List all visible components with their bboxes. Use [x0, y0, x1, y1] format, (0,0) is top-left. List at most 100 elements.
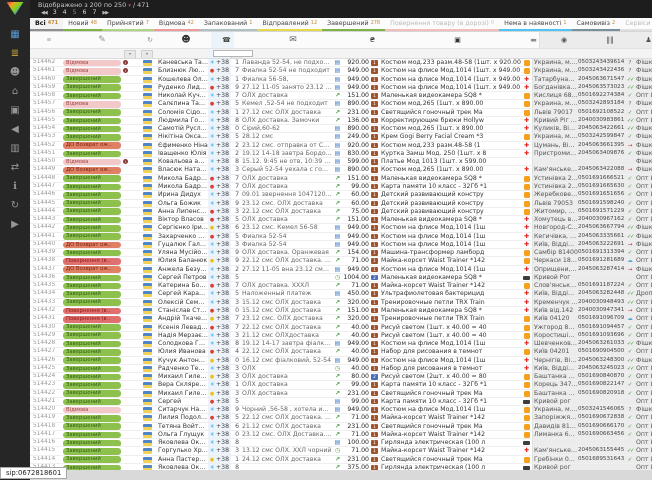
table-row[interactable]: 514427 Завершений Юлия Иванова +38 4 22.… — [30, 348, 652, 356]
client-phone[interactable]: +38 — [216, 282, 231, 289]
client-phone[interactable]: +38 — [216, 456, 231, 463]
range-dropdown-icon[interactable]: ▾ — [128, 3, 131, 9]
delivery-column-icon[interactable]: ▬ — [528, 32, 539, 48]
cart-icon[interactable]: ▣ — [7, 104, 23, 118]
stats-icon[interactable]: ▥ — [7, 142, 23, 156]
table-row[interactable]: 514422 Завершений Михаил Гилецький +38 3… — [30, 390, 652, 398]
orders-list-icon[interactable]: ≣ — [7, 47, 23, 61]
tab-Запакований[interactable]: Запакований1 — [199, 18, 258, 31]
client-phone[interactable]: +38 — [216, 133, 231, 140]
client-phone[interactable]: +38 — [216, 117, 231, 124]
status-column-icon[interactable]: ✎ — [65, 32, 139, 48]
refresh-column-icon[interactable]: ↻ — [139, 32, 161, 48]
table-row[interactable]: 514444 Завершений Анна Липенська +38 3 2… — [30, 208, 652, 216]
client-phone[interactable]: +38 — [216, 76, 231, 83]
app-logo[interactable] — [7, 2, 24, 15]
table-row[interactable]: 514461 Відмова Близнюк Людмила +38 7 Фиа… — [30, 67, 652, 75]
table-row[interactable]: 514443 Завершений Віктор Власов +38 5 ОЛ… — [30, 216, 652, 224]
table-row[interactable]: 514421 Завершений Сергей +38 5 99.00 1 К… — [30, 398, 652, 406]
client-phone[interactable]: +38 — [216, 67, 231, 74]
table-row[interactable]: 514462 Відмова Каневська Тамара Л +38 1 … — [30, 59, 652, 67]
table-row[interactable]: 514420 Відмова Ситарчук Наталія Гр +38 9… — [30, 406, 652, 414]
client-phone[interactable]: +38 — [216, 191, 231, 198]
table-row[interactable]: 514446 Завершений Ирина Дидух +38 7 09.0… — [30, 191, 652, 199]
table-row[interactable]: 514455 Завершений Людмила Гончарова +38 … — [30, 117, 652, 125]
table-row[interactable]: 514460 Завершений Кошелева Ольга Ар +38 … — [30, 76, 652, 84]
workspace-icon[interactable]: ▦ — [7, 28, 23, 42]
client-phone[interactable]: +38 — [216, 92, 231, 99]
page-6[interactable]: 6 — [80, 9, 90, 16]
flag-filter-dropdown[interactable]: ▾ — [141, 50, 153, 58]
source-column-icon[interactable]: ♟ — [645, 32, 652, 48]
table-row[interactable]: 514419 Завершений Лилия Подолинская +38 … — [30, 414, 652, 422]
table-row[interactable]: 514456 Завершений Соломія Сідоніна +38 1… — [30, 109, 652, 117]
tab-Повернення товару (в дорозі)[interactable]: Повернення товару (в дорозі)0 — [385, 18, 499, 31]
client-phone[interactable]: +38 — [216, 142, 231, 149]
page-3[interactable]: 3 — [50, 9, 60, 16]
client-phone[interactable]: +38 — [216, 84, 231, 91]
table-row[interactable]: 514417 Завершений Ольга Глущук +38 0 23.… — [30, 431, 652, 439]
table-row[interactable]: 514435 Завершений Катерина Богданова +38… — [30, 282, 652, 290]
client-phone[interactable]: +38 — [216, 332, 231, 339]
address-column-icon[interactable]: ◉ — [539, 32, 587, 48]
tab-Відправлений[interactable]: Відправлений12 — [257, 18, 322, 31]
client-phone[interactable]: +38 — [216, 414, 231, 421]
client-phone[interactable]: +38 — [216, 348, 231, 355]
comment-column-icon[interactable]: ✉ — [248, 32, 338, 48]
last-page-icon[interactable]: ▶▶ — [99, 10, 111, 16]
table-row[interactable]: 514442 Завершений Сергієнко Ірина Ми +38… — [30, 224, 652, 232]
tab-Самовивіз[interactable]: Самовивіз2 — [572, 18, 621, 31]
client-phone[interactable]: +38 — [216, 257, 231, 264]
client-phone[interactable]: +38 — [216, 324, 231, 331]
table-row[interactable]: 514433 Завершений Олексій Семанін +38 3 … — [30, 299, 652, 307]
table-row[interactable]: 514415 Завершений Горгулько Христина +38… — [30, 447, 652, 455]
client-phone[interactable]: +38 — [216, 439, 231, 446]
table-row[interactable]: 514416 Завершений Яковлева Оксана +38 8 … — [30, 439, 652, 447]
sync-icon[interactable]: ↻ — [7, 199, 23, 213]
client-phone[interactable]: +38 — [216, 290, 231, 297]
table-row[interactable]: 514438 Повернення (в.. Юлия Баланюк +38 … — [30, 257, 652, 265]
client-phone[interactable]: +38 — [216, 224, 231, 231]
info-icon[interactable]: ℹ — [7, 180, 23, 194]
tab-Відмова[interactable]: Відмова42 — [154, 18, 199, 31]
table-row[interactable]: 514458 Завершений Николай Кучеренко +38 … — [30, 92, 652, 100]
users-icon[interactable]: ☻ — [7, 66, 23, 80]
table-row[interactable]: 514428 Завершений Солодкова Галина В +38… — [30, 340, 652, 348]
client-phone[interactable]: +38 — [216, 125, 231, 132]
page-5[interactable]: 5 — [70, 9, 80, 16]
client-phone[interactable]: +38 — [216, 373, 231, 380]
client-phone[interactable]: +38 — [216, 299, 231, 306]
table-row[interactable]: 514445 Завершений Ольга Божик +38 9 23.1… — [30, 200, 652, 208]
client-phone[interactable]: +38 — [216, 266, 231, 273]
table-row[interactable]: 514434 Завершений Сергей Карамышев +38 5… — [30, 290, 652, 298]
client-phone[interactable]: +38 — [216, 340, 231, 347]
table-row[interactable]: 514436 Завершений Сергей Петров +38 5 10… — [30, 274, 652, 282]
table-row[interactable]: 514424 Завершений Михаил Гилецький +38 3… — [30, 373, 652, 381]
megaphone-icon[interactable]: ◀ — [7, 123, 23, 137]
id-column-icon[interactable]: ≡ — [30, 32, 65, 48]
table-row[interactable]: 514439 Завершений Уляна Мусійовська +38 … — [30, 249, 652, 257]
tab-Новий[interactable]: Новий48 — [63, 18, 102, 31]
client-phone[interactable]: +38 — [216, 447, 231, 454]
sliders-icon[interactable]: ⇄ — [7, 161, 23, 175]
table-row[interactable]: 514426 Завершений Кучук Антонина +38 0 1… — [30, 357, 652, 365]
table-row[interactable]: 514450 Відмова Ковальова анна +38 8 15.1… — [30, 158, 652, 166]
table-row[interactable]: 514423 Завершений Вера Скляренко +38 1 О… — [30, 381, 652, 389]
client-phone[interactable]: +38 — [216, 200, 231, 207]
client-phone[interactable]: +38 — [216, 166, 231, 173]
table-row[interactable]: 514453 Завершений Нікітіна Оксана Дми +3… — [30, 133, 652, 141]
tab-Прийнятий[interactable]: Прийнятий7 — [102, 18, 154, 31]
tab-Нема в наявності[interactable]: Нема в наявності1 — [499, 18, 571, 31]
phone-column-icon[interactable]: ☎ — [219, 32, 234, 48]
client-phone[interactable]: +38 — [216, 381, 231, 388]
table-row[interactable]: 514457 Відмова Салєпина Татьяна С +38 5 … — [30, 100, 652, 108]
video-icon[interactable]: ▶ — [7, 218, 23, 232]
client-phone[interactable]: +38 — [216, 249, 231, 256]
ttn-column-icon[interactable]: ‖‖ — [587, 32, 633, 48]
table-row[interactable]: 514448 Завершений Микола Бадражан +38 7 … — [30, 175, 652, 183]
client-phone[interactable]: +38 — [216, 100, 231, 107]
client-phone[interactable]: +38 — [216, 307, 231, 314]
table-row[interactable]: 514437 ДО Возврат ож.. Анжела Безушку +3… — [30, 266, 652, 274]
price-column-icon[interactable]: ₴ — [349, 32, 375, 48]
table-row[interactable]: 514459 Завершений Руденко Лидия Пав +38 … — [30, 84, 652, 92]
